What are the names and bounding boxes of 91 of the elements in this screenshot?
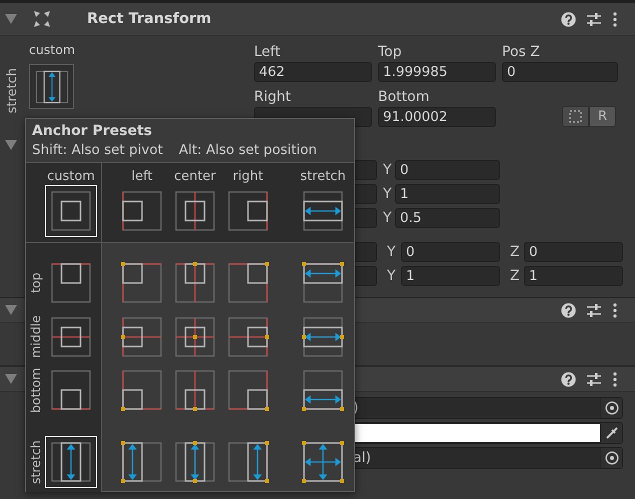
raw-edit-button[interactable]: R	[589, 106, 616, 127]
horizontal-anchor-label: custom	[29, 42, 76, 58]
eyedropper-button[interactable]	[600, 423, 622, 443]
anchor-preset-icon	[226, 315, 270, 359]
anchor-preset-icon	[173, 261, 217, 305]
anchor-preset-icon	[49, 440, 93, 484]
number-field[interactable]: 0	[502, 62, 618, 82]
object-picker-button[interactable]	[600, 398, 622, 418]
number-field[interactable]: 462	[254, 62, 372, 82]
field-label: Top	[378, 43, 403, 62]
number-field[interactable]: 0	[524, 242, 623, 262]
anchor-preset-icon	[173, 315, 217, 359]
column-label: right	[232, 168, 264, 185]
anchor-preset-icon	[301, 189, 345, 233]
vertical-anchor-label: stretch	[5, 68, 20, 114]
column-label: stretch	[300, 168, 346, 185]
target-icon	[604, 451, 618, 465]
anchor-preset-icon	[226, 440, 270, 484]
rect-transform-icon	[33, 10, 51, 28]
anchor-presets-button[interactable]	[29, 64, 74, 109]
anchor-preset-icon	[301, 315, 345, 359]
help-icon[interactable]	[561, 12, 576, 26]
number-field[interactable]: 1	[524, 266, 623, 286]
anchor-preset-icon	[120, 315, 164, 359]
row-label: stretch	[28, 439, 43, 486]
anchor-preset-icon	[49, 261, 93, 305]
number-field[interactable]: 0	[395, 160, 500, 180]
axis-label: Y	[383, 186, 393, 202]
sliders-icon[interactable]	[586, 372, 602, 386]
anchor-preset-icon	[120, 368, 164, 412]
menu-icon[interactable]	[612, 372, 618, 386]
anchor-preset-icon	[49, 315, 93, 359]
menu-icon[interactable]	[612, 12, 618, 26]
anchor-preset-icon	[226, 261, 270, 305]
anchor-preset-icon	[226, 368, 270, 412]
axis-label: Y	[383, 210, 393, 226]
row-label: bottom	[28, 366, 43, 415]
help-icon[interactable]	[561, 302, 576, 318]
field-label: Bottom	[378, 88, 430, 107]
axis-label: Z	[510, 244, 521, 260]
popup-title: Anchor Presets	[32, 122, 153, 141]
target-icon	[604, 401, 618, 415]
number-field[interactable]: 0	[401, 242, 500, 262]
anchor-preset-icon	[173, 189, 217, 233]
number-field[interactable]: 1	[401, 266, 500, 286]
number-field[interactable]: 0.5	[395, 208, 500, 228]
component-title: Rect Transform	[87, 11, 212, 27]
anchor-preset-icon	[120, 440, 164, 484]
row-label: middle	[28, 314, 43, 360]
foldout-triangle-icon[interactable]	[5, 140, 17, 150]
anchor-preset-icon	[226, 189, 270, 233]
number-field[interactable]: 1	[395, 184, 500, 204]
anchor-preset-icon	[49, 368, 93, 412]
axis-label: Y	[387, 268, 397, 284]
anchor-icon	[34, 68, 70, 104]
anchor-preset-icon	[301, 368, 345, 412]
row-label: top	[28, 272, 43, 296]
field-label: Pos Z	[502, 43, 541, 62]
anchor-preset-button[interactable]	[45, 185, 97, 237]
eyedropper-icon	[604, 426, 618, 440]
number-field[interactable]: 91.00002	[378, 107, 496, 127]
foldout-triangle-icon[interactable]	[5, 374, 17, 384]
sliders-icon[interactable]	[586, 302, 602, 318]
help-icon[interactable]	[561, 372, 576, 386]
object-picker-button[interactable]	[600, 448, 622, 468]
field-label: Left	[254, 43, 282, 62]
field-label: Right	[254, 88, 292, 107]
anchor-preset-icon	[173, 440, 217, 484]
axis-label: Y	[383, 162, 393, 178]
anchor-preset-icon	[301, 440, 345, 484]
hint-text: Shift: Also set pivot	[32, 141, 163, 160]
anchor-preset-icon	[49, 189, 93, 233]
number-field[interactable]: 1.999985	[378, 62, 496, 82]
anchor-preset-button[interactable]	[45, 436, 97, 488]
foldout-triangle-icon[interactable]	[5, 14, 17, 24]
foldout-triangle-icon[interactable]	[5, 305, 17, 315]
hint-text: Alt: Also set position	[178, 141, 317, 160]
anchor-preset-icon	[173, 368, 217, 412]
anchor-preset-icon	[120, 261, 164, 305]
column-label: center	[174, 168, 216, 185]
axis-label: Y	[387, 244, 397, 260]
column-label: custom	[47, 168, 95, 185]
axis-label: Z	[510, 268, 521, 284]
anchor-preset-icon	[301, 261, 345, 305]
column-label: left	[131, 168, 153, 185]
anchor-preset-icon	[120, 189, 164, 233]
sliders-icon[interactable]	[586, 12, 602, 26]
component-header[interactable]: Rect Transform	[0, 3, 635, 36]
menu-icon[interactable]	[612, 302, 618, 318]
dashed-square-icon	[569, 110, 582, 123]
blueprint-mode-button[interactable]	[562, 106, 589, 127]
